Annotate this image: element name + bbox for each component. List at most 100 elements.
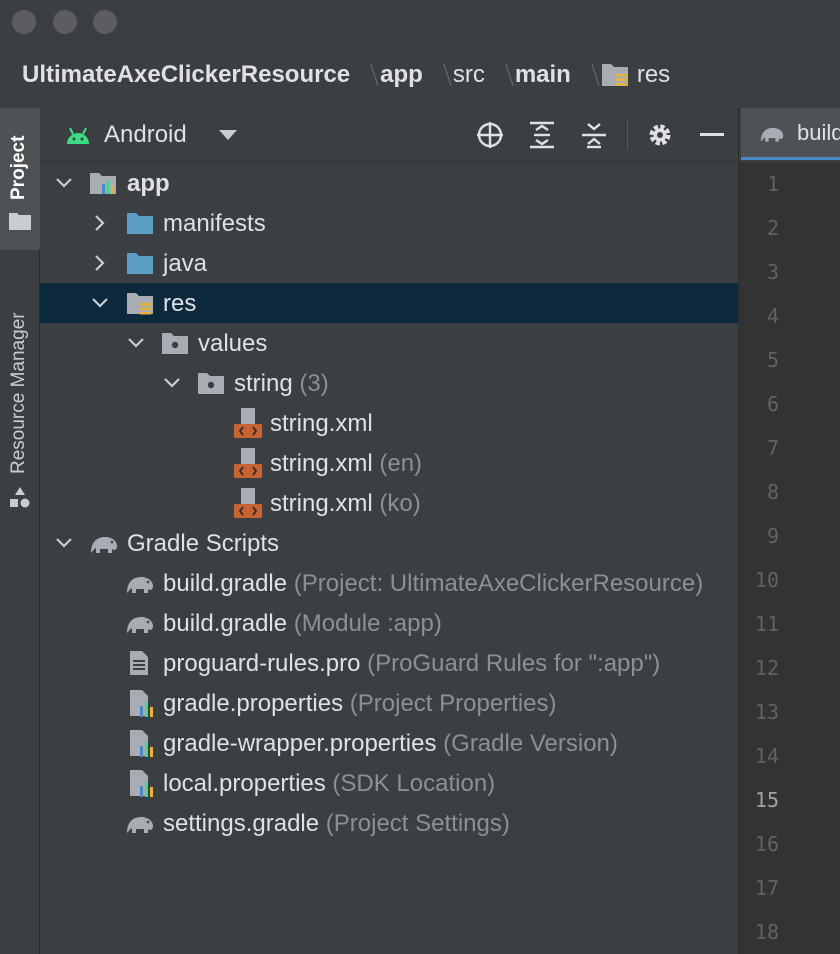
tree-label-values: values — [198, 330, 268, 357]
chevron-right-icon[interactable] — [88, 251, 112, 275]
project-tree: app manifests java res values string (3)… — [40, 162, 738, 954]
tree-label-build-gradle-module: build.gradle (Module :app) — [163, 610, 442, 637]
tree-node-gradle-wrapper[interactable]: gradle-wrapper.properties (Gradle Versio… — [40, 723, 738, 763]
project-tool-tab[interactable]: Project — [0, 108, 40, 250]
chevron-right-icon[interactable] — [88, 211, 112, 235]
resource-folder-icon — [198, 373, 224, 394]
minimize-icon — [700, 133, 724, 136]
tree-node-res[interactable]: res — [40, 283, 738, 323]
expand-all-icon — [530, 121, 554, 149]
line-number: 11 — [754, 612, 779, 636]
editor-gutter: 1 2 3 4 5 6 7 8 9 10 11 12 13 14 15 16 17 18 — [738, 162, 840, 954]
breadcrumb: UltimateAxeClickerResource app src main … — [0, 42, 840, 108]
tree-node-manifests[interactable]: manifests — [40, 203, 738, 243]
close-window-button[interactable] — [12, 10, 36, 34]
tree-node-local-properties[interactable]: local.properties (SDK Location) — [40, 763, 738, 803]
tree-node-string-xml[interactable]: string.xml — [40, 403, 738, 443]
tree-label-app: app — [127, 170, 170, 197]
line-number: 18 — [754, 920, 779, 944]
left-tool-strip: Project Resource Manager — [0, 108, 40, 954]
tree-node-string-xml-ko[interactable]: string.xml (ko) — [40, 483, 738, 523]
resource-manager-tool-tab[interactable]: Resource Manager — [0, 274, 40, 514]
line-number: 15 — [754, 788, 779, 812]
line-number: 3 — [766, 260, 779, 284]
gradle-elephant-icon — [91, 537, 117, 553]
editor-tab-bar: build.gradle — [738, 108, 840, 162]
hide-panel-button[interactable] — [694, 108, 730, 162]
settings-button[interactable] — [642, 108, 678, 162]
line-number: 13 — [754, 700, 779, 724]
xml-file-icon — [234, 448, 262, 478]
chevron-down-icon[interactable] — [124, 331, 148, 355]
collapse-all-icon — [582, 123, 606, 149]
line-number: 8 — [766, 480, 779, 504]
breadcrumb-src[interactable]: src — [453, 61, 485, 89]
project-tool-label: Project — [8, 135, 29, 200]
collapse-all-button[interactable] — [576, 108, 612, 162]
tree-node-values[interactable]: values — [40, 323, 738, 363]
line-number: 9 — [766, 524, 779, 548]
breadcrumb-module[interactable]: app — [380, 61, 423, 89]
gradle-elephant-icon — [127, 617, 153, 633]
chevron-down-icon[interactable] — [52, 171, 76, 195]
folder-icon — [9, 213, 31, 230]
expand-all-button[interactable] — [524, 108, 560, 162]
tree-node-gradle-properties[interactable]: gradle.properties (Project Properties) — [40, 683, 738, 723]
breadcrumb-project[interactable]: UltimateAxeClickerResource — [22, 61, 350, 89]
tree-label-proguard: proguard-rules.pro (ProGuard Rules for "… — [163, 650, 661, 677]
chevron-down-icon[interactable] — [52, 531, 76, 555]
line-number: 17 — [754, 876, 779, 900]
line-number: 10 — [754, 568, 779, 592]
tree-label-string-xml-ko: string.xml (ko) — [270, 490, 421, 517]
breadcrumb-separator — [493, 60, 507, 90]
gradle-elephant-icon — [127, 817, 153, 833]
xml-file-icon — [234, 408, 262, 438]
tree-node-java[interactable]: java — [40, 243, 738, 283]
android-icon — [67, 127, 89, 144]
gradle-elephant-icon — [760, 127, 784, 142]
tree-label-java: java — [163, 250, 208, 277]
line-number: 5 — [766, 348, 779, 372]
chevron-down-icon[interactable] — [160, 371, 184, 395]
zoom-window-button[interactable] — [93, 10, 117, 34]
editor-tab-build-gradle[interactable]: build.gradle — [741, 108, 840, 160]
folder-icon — [127, 253, 153, 274]
chevron-down-icon — [218, 130, 237, 140]
tree-hint-count: (3) — [299, 370, 329, 397]
locate-button[interactable] — [472, 108, 508, 162]
chevron-down-icon[interactable] — [88, 291, 112, 315]
tree-label-res: res — [163, 290, 197, 317]
tree-node-gradle-scripts[interactable]: Gradle Scripts — [40, 523, 738, 563]
tree-label-settings-gradle: settings.gradle (Project Settings) — [163, 810, 510, 837]
line-number: 1 — [766, 172, 779, 196]
tree-label-build-gradle-project: build.gradle (Project: UltimateAxeClicke… — [163, 570, 704, 597]
res-folder-icon — [127, 293, 153, 315]
properties-file-icon — [130, 770, 153, 797]
tree-label-manifests: manifests — [163, 210, 266, 237]
breadcrumb-separator — [579, 60, 593, 90]
tree-label-gradle-scripts: Gradle Scripts — [127, 530, 280, 557]
tree-label-local-properties: local.properties (SDK Location) — [163, 770, 496, 797]
tree-node-build-gradle-project[interactable]: build.gradle (Project: UltimateAxeClicke… — [40, 563, 738, 603]
gear-icon — [649, 124, 671, 146]
breadcrumb-res[interactable]: res — [637, 61, 670, 89]
tree-node-string[interactable]: string (3) — [40, 363, 738, 403]
tree-node-app[interactable]: app — [40, 163, 738, 203]
tree-node-build-gradle-module[interactable]: build.gradle (Module :app) — [40, 603, 738, 643]
breadcrumb-main[interactable]: main — [515, 61, 571, 89]
tree-node-proguard[interactable]: proguard-rules.pro (ProGuard Rules for "… — [40, 643, 738, 683]
properties-file-icon — [130, 730, 153, 757]
view-mode-label: Android — [104, 121, 187, 148]
tree-node-string-xml-en[interactable]: string.xml (en) — [40, 443, 738, 483]
tree-label-string-xml: string.xml — [270, 410, 373, 437]
minimize-window-button[interactable] — [53, 10, 77, 34]
window-titlebar — [0, 0, 840, 42]
line-number: 7 — [766, 436, 779, 460]
tree-label-gradle-wrapper: gradle-wrapper.properties (Gradle Versio… — [163, 730, 618, 757]
view-mode-dropdown[interactable]: Android — [64, 108, 254, 162]
line-number: 6 — [766, 392, 779, 416]
tree-node-settings-gradle[interactable]: settings.gradle (Project Settings) — [40, 803, 738, 843]
breadcrumb-separator — [358, 60, 372, 90]
shapes-icon — [10, 487, 30, 508]
toolbar-divider — [627, 120, 628, 150]
